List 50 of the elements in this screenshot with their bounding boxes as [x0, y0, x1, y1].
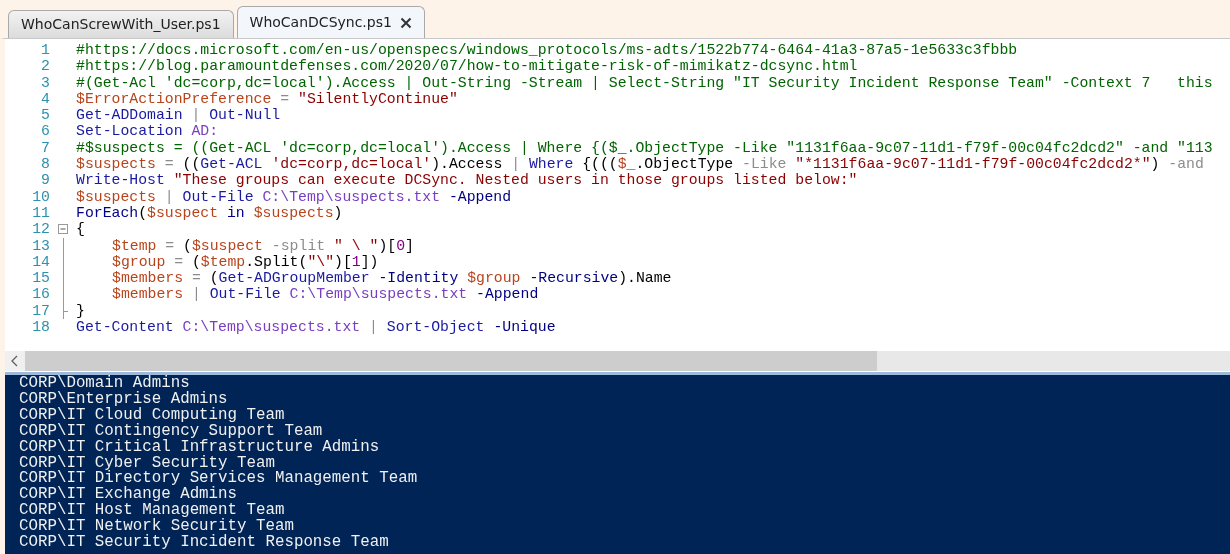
line-number: 6: [40, 123, 50, 140]
line-number: 1: [40, 42, 50, 59]
console-output-line: CORP\IT Critical Infrastructure Admins: [19, 439, 381, 456]
file-tab[interactable]: WhoCanDCSync.ps1: [236, 6, 425, 38]
file-tab[interactable]: WhoCanScrewWith_User.ps1: [8, 10, 234, 38]
line-number: 5: [40, 107, 50, 124]
code-line: $group = ($temp.Split("\")[1]): [111, 253, 379, 271]
code-line: #$suspects = ((Get-ACL 'dc=corp,dc=local').Access | Where {($_.ObjectType -Like "1131f6aa-9c07-11d1-f79f-00c04fc2dcd2" -and "113: [76, 139, 1213, 157]
line-number: 3: [40, 74, 50, 91]
code-line: #(Get-Acl 'dc=corp,dc=local').Access | Out-String -Stream | Select-String "IT Security Incident Response Team" -Context 7 this: [76, 74, 1213, 91]
line-number: 13: [31, 237, 50, 254]
code-line: Get-Content C:\Temp\suspects.txt | Sort-Object -Unique: [76, 319, 556, 336]
code-line: ForEach($suspect in $suspects): [76, 204, 343, 222]
code-line: $members | Out-File C:\Temp\suspects.txt -Append: [111, 286, 539, 303]
code-line: }: [76, 302, 85, 320]
line-number: 7: [40, 139, 50, 157]
code-line: $temp = ($suspect -split " \ ")[0]: [111, 237, 414, 254]
console-output-line: CORP\IT Security Incident Response Team: [19, 535, 390, 551]
close-icon[interactable]: [399, 16, 412, 29]
console-output-line: CORP\Domain Admins: [19, 376, 190, 392]
line-number: 17: [31, 302, 50, 320]
code-line: Write-Host "These groups can execute DCSync. Nested users in those groups listed below:": [76, 172, 858, 189]
code-line: {: [76, 221, 85, 238]
line-number: 11: [31, 204, 50, 222]
code-line: Set-Location AD:: [76, 123, 219, 140]
line-number: 15: [31, 270, 50, 287]
collapse-icon[interactable]: [58, 224, 68, 235]
line-number: 16: [31, 286, 50, 303]
line-number: 18: [31, 319, 50, 336]
line-number: 2: [40, 58, 50, 75]
line-number: 4: [40, 90, 50, 108]
code-line: #https://docs.microsoft.com/en-us/openspecs/windows_protocols/ms-adts/1522b774-6464-41a3-87a5-1e5633c3fbbb: [76, 42, 1018, 59]
line-number: 12: [31, 221, 50, 238]
code-line: $ErrorActionPreference = "SilentlyContinue": [76, 90, 458, 108]
scroll-left-icon[interactable]: [5, 351, 25, 371]
code-line: #https://blog.paramountdefenses.com/2020/07/how-to-mitigate-risk-of-mimikatz-dcsync.html: [76, 58, 858, 75]
line-number: 10: [31, 188, 50, 205]
code-line: $suspects | Out-File C:\Temp\suspects.txt -Append: [76, 188, 512, 205]
console-output-line: CORP\IT Contingency Support Team: [19, 423, 323, 440]
line-number: 14: [31, 253, 50, 271]
script-editor[interactable]: [0, 38, 1230, 348]
line-number: 8: [40, 156, 50, 173]
code-line: $members = (Get-ADGroupMember -Identity $group -Recursive).Name: [111, 270, 672, 287]
console-output-line: CORP\Enterprise Admins: [19, 391, 228, 408]
line-number: 9: [40, 172, 50, 189]
code-line: $suspects = ((Get-ACL 'dc=corp,dc=local').Access | Where {((($_.ObjectType -Like "*1131f6aa-9c07-11d1-f79f-00c04fc2dcd2*") -and: [76, 156, 1204, 173]
console-output-line: CORP\IT Cloud Computing Team: [19, 407, 286, 424]
horizontal-scrollbar[interactable]: [5, 351, 1230, 371]
code-line: Get-ADDomain | Out-Null: [76, 107, 281, 124]
scrollbar-thumb[interactable]: [25, 351, 877, 371]
